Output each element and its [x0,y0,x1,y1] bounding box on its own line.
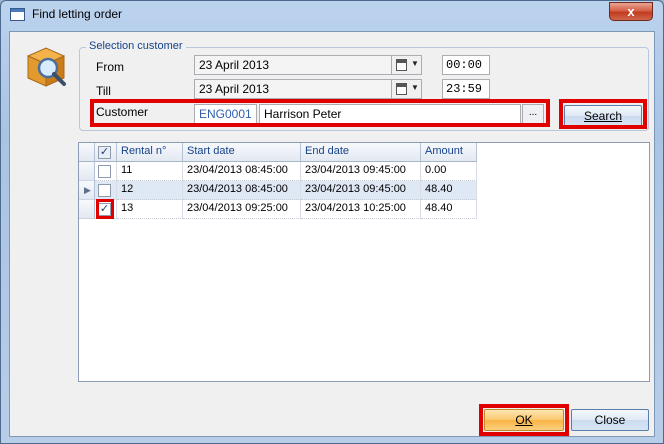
from-label: From [96,60,124,74]
column-header-end-date[interactable]: End date [301,143,421,162]
till-time-field[interactable]: 23:59 [442,79,490,99]
grid-header-check-cell: ✓ [95,143,117,162]
column-header-amount[interactable]: Amount [421,143,477,162]
start-date-cell: 23/04/2013 08:45:00 [183,162,301,181]
close-window-button[interactable]: x [609,2,653,21]
start-date-cell: 23/04/2013 09:25:00 [183,200,301,219]
customer-highlight-box [90,99,550,127]
table-row[interactable]: 11 23/04/2013 08:45:00 23/04/2013 09:45:… [79,162,477,181]
window-title: Find letting order [32,7,123,21]
from-time-field[interactable]: 00:00 [442,55,490,75]
end-date-cell: 23/04/2013 09:45:00 [301,162,421,181]
end-date-cell: 23/04/2013 09:45:00 [301,181,421,200]
amount-cell: 48.40 [421,181,477,200]
row-checkbox[interactable] [98,165,111,178]
amount-cell: 48.40 [421,200,477,219]
ok-highlight-box [479,404,569,436]
dialog-client-area: Selection customer From 23 April 2013 ▼ … [9,31,655,437]
till-date-field[interactable]: 23 April 2013 [194,79,392,99]
calendar-icon [396,83,407,95]
column-header-rental[interactable]: Rental n° [117,143,183,162]
chevron-down-icon: ▼ [411,83,419,92]
start-date-cell: 23/04/2013 08:45:00 [183,181,301,200]
title-bar[interactable]: Find letting order x [1,1,663,29]
dialog-window: Find letting order x Selection customer … [0,0,664,444]
row-header[interactable]: ▶ [79,181,95,200]
amount-cell: 0.00 [421,162,477,181]
table-row[interactable]: ✓ 13 23/04/2013 09:25:00 23/04/2013 10:2… [79,200,477,219]
search-highlight-box [559,99,647,129]
column-header-start-date[interactable]: Start date [183,143,301,162]
row-checkbox[interactable] [98,184,111,197]
select-all-checkbox[interactable]: ✓ [98,146,111,159]
window-icon [10,8,25,21]
till-date-dropdown[interactable]: ▼ [392,79,422,99]
current-row-arrow-icon: ▶ [84,185,91,195]
calendar-icon [396,59,407,71]
rental-number-cell: 11 [117,162,183,181]
row-check-cell [95,162,117,181]
selection-group-title: Selection customer [86,40,186,52]
from-date-dropdown[interactable]: ▼ [392,55,422,75]
grid-header-row: ✓ Rental n° Start date End date Amount [79,143,477,162]
from-date-field[interactable]: 23 April 2013 [194,55,392,75]
rental-number-cell: 13 [117,200,183,219]
rental-grid: ✓ Rental n° Start date End date Amount 1… [78,142,650,382]
row-check-cell [95,181,117,200]
row-header[interactable] [79,200,95,219]
end-date-cell: 23/04/2013 10:25:00 [301,200,421,219]
close-button[interactable]: Close [571,409,649,431]
chevron-down-icon: ▼ [411,59,419,68]
rental-number-cell: 12 [117,181,183,200]
table-row[interactable]: ▶ 12 23/04/2013 08:45:00 23/04/2013 09:4… [79,181,477,200]
grid-corner [79,143,95,162]
row-header[interactable] [79,162,95,181]
search-package-icon [26,47,66,87]
till-label: Till [96,84,111,98]
checkbox-highlight-box [96,199,114,219]
